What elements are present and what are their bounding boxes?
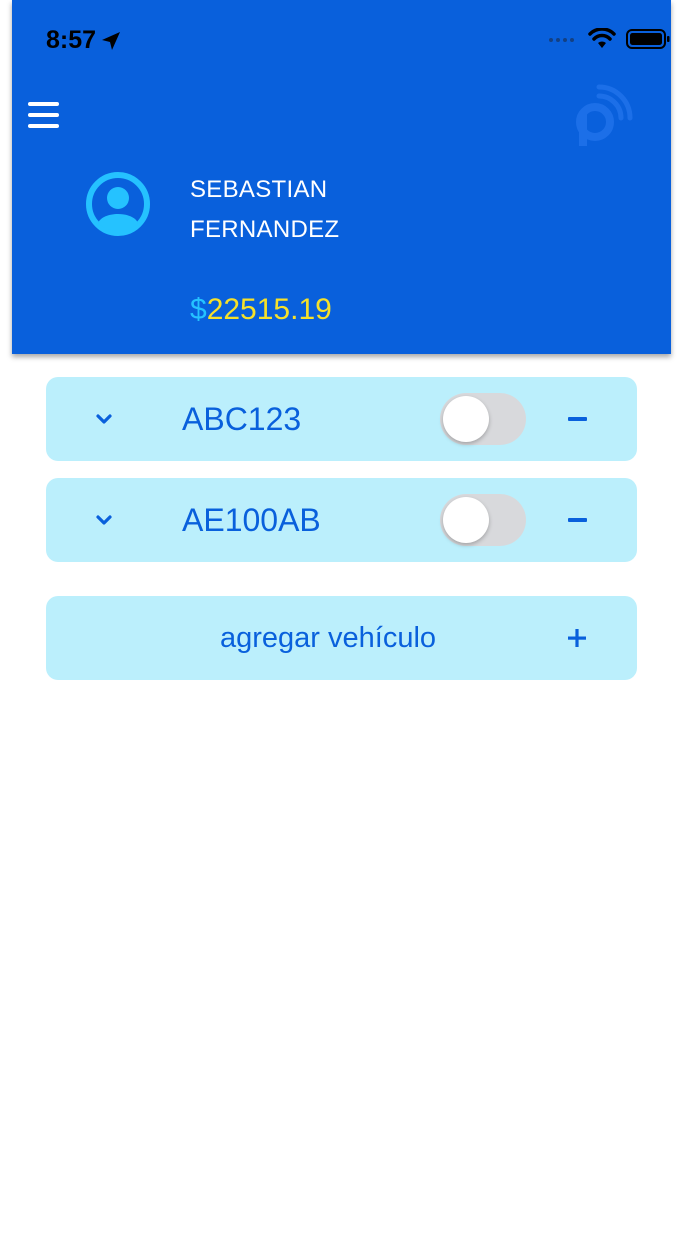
account-balance: $22515.19 bbox=[190, 290, 332, 330]
vehicle-plate: AE100AB bbox=[182, 502, 321, 538]
balance-amount: 22515.19 bbox=[206, 293, 332, 326]
location-arrow-icon bbox=[102, 31, 121, 50]
status-time: 8:57 bbox=[46, 26, 122, 55]
app-screen: SEBASTIAN FERNANDEZ $22515.19 8:57 ABC12… bbox=[0, 0, 700, 1244]
plus-icon bbox=[568, 629, 586, 647]
user-first-name: SEBASTIAN bbox=[190, 176, 328, 203]
add-vehicle-label: agregar vehículo bbox=[220, 622, 437, 654]
user-last-name: FERNANDEZ bbox=[190, 216, 340, 243]
toggle-knob bbox=[443, 497, 489, 543]
cellular-signal-icon bbox=[549, 38, 574, 42]
add-vehicle-button[interactable]: agregar vehículo bbox=[46, 596, 637, 680]
status-time-text: 8:57 bbox=[46, 26, 97, 54]
chevron-down-icon[interactable] bbox=[94, 409, 114, 429]
vehicle-plate: ABC123 bbox=[182, 401, 302, 437]
wifi-icon bbox=[588, 28, 616, 48]
vehicle-row: AE100AB bbox=[46, 478, 637, 562]
vehicle-toggle[interactable] bbox=[440, 393, 526, 445]
minus-icon[interactable] bbox=[568, 518, 587, 522]
vehicle-toggle[interactable] bbox=[440, 494, 526, 546]
user-avatar-icon bbox=[86, 172, 150, 236]
vehicle-list: ABC123 AE100AB bbox=[46, 377, 637, 579]
toggle-knob bbox=[443, 396, 489, 442]
user-name: SEBASTIAN FERNANDEZ bbox=[190, 170, 450, 250]
balance-currency: $ bbox=[190, 293, 207, 326]
parking-signal-logo bbox=[576, 84, 633, 146]
vehicle-row: ABC123 bbox=[46, 377, 637, 461]
minus-icon[interactable] bbox=[568, 417, 587, 421]
chevron-down-icon[interactable] bbox=[94, 510, 114, 530]
menu-icon[interactable] bbox=[28, 102, 60, 130]
battery-icon bbox=[626, 29, 670, 49]
status-indicators bbox=[548, 28, 670, 50]
